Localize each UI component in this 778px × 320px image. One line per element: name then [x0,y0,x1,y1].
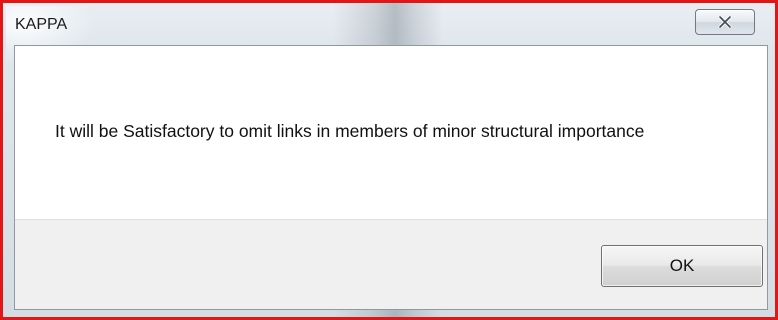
dialog-window: KAPPA It will be Satisfactory to omit li… [0,0,778,320]
dialog-button-bar: OK [15,219,767,309]
close-icon [718,16,732,28]
window-title: KAPPA [15,16,68,33]
dialog-client-area: It will be Satisfactory to omit links in… [14,45,768,310]
close-button[interactable] [695,9,755,35]
ok-button[interactable]: OK [601,245,763,287]
dialog-message: It will be Satisfactory to omit links in… [55,121,645,141]
